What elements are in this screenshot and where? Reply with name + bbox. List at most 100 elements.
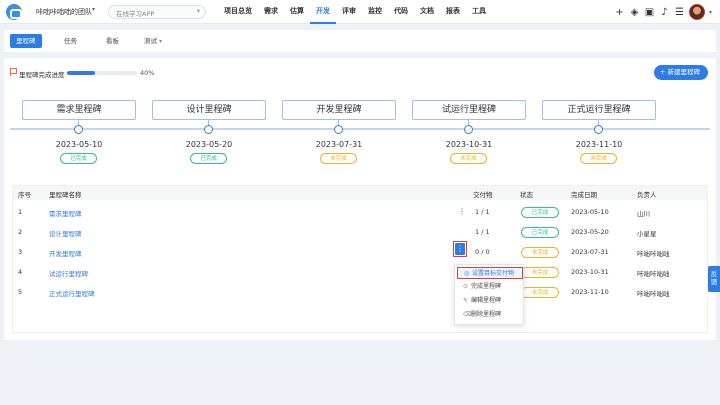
- plus-icon[interactable]: +: [614, 7, 625, 18]
- completion-date: 2023-10-31: [571, 268, 609, 276]
- milestone-dot: [334, 125, 343, 134]
- edit-icon: ✎: [463, 297, 469, 304]
- status-badge: 未完成: [320, 153, 357, 164]
- chevron-down-icon[interactable]: ▾: [92, 6, 95, 13]
- nav-item-estimate[interactable]: 估算: [284, 0, 310, 24]
- app-logo-icon[interactable]: [6, 4, 22, 20]
- progress-bar: [67, 71, 137, 75]
- milestone-date: 2023-05-20: [185, 140, 233, 149]
- deliverable-count: 1 / 1: [475, 208, 490, 216]
- col-header-deliverable: 交付物: [473, 191, 493, 199]
- owner: 咔咄咔咄咄: [637, 290, 670, 298]
- status-badge: 未完成: [580, 153, 617, 164]
- more-actions-icon[interactable]: ⋮: [453, 241, 467, 257]
- status-badge: 已完成: [521, 207, 559, 218]
- col-header-name: 里程碑名称: [49, 191, 82, 199]
- nav-item-monitor[interactable]: 监控: [362, 0, 388, 24]
- row-index: 1: [18, 208, 23, 216]
- milestone-link[interactable]: 开发里程碑: [49, 248, 82, 258]
- tab-milestones[interactable]: 里程碑: [10, 34, 42, 48]
- tab-testing[interactable]: 测试 ▾: [138, 34, 168, 48]
- menu-item-set-deliverables[interactable]: ◎ 设置目标交付物: [457, 267, 523, 279]
- row-index: 2: [18, 228, 23, 236]
- tab-tasks[interactable]: 任务: [58, 34, 83, 48]
- flag-icon: [10, 68, 17, 76]
- row-index: 3: [18, 248, 23, 256]
- nav-item-requirements[interactable]: 需求: [258, 0, 284, 24]
- col-header-date: 完成日期: [571, 191, 597, 199]
- milestone-title: 开发里程碑: [282, 100, 396, 120]
- menu-item-complete[interactable]: ⊙ 完成里程碑: [457, 281, 523, 293]
- nav-item-review[interactable]: 评审: [336, 0, 362, 24]
- menu-item-label: 设置目标交付物: [472, 270, 515, 277]
- menu-item-edit[interactable]: ✎ 编辑里程碑: [457, 295, 523, 307]
- status-badge: 已完成: [60, 153, 97, 164]
- chevron-down-icon[interactable]: ▾: [709, 9, 712, 16]
- col-header-index: 序号: [18, 191, 31, 199]
- milestone-date: 2023-05-10: [55, 140, 103, 149]
- milestone-link[interactable]: 设计里程碑: [49, 228, 82, 238]
- milestone-panel: 里程碑完成进度 40% + 新建里程碑 需求里程碑 2023-05-10 已完成 …: [4, 58, 716, 340]
- bell-icon[interactable]: ♪: [659, 7, 670, 18]
- new-milestone-label: 新建里程碑: [667, 68, 701, 76]
- milestone-date: 2023-11-10: [575, 140, 623, 149]
- avatar[interactable]: [688, 4, 705, 20]
- chevron-down-icon: ▾: [196, 7, 200, 15]
- completion-date: 2023-05-20: [571, 228, 609, 236]
- nav-item-overview[interactable]: 项目总览: [218, 0, 258, 24]
- briefcase-icon[interactable]: ▣: [644, 7, 655, 18]
- milestone-title: 正式运行里程碑: [542, 100, 656, 120]
- milestone-title: 设计里程碑: [152, 100, 266, 120]
- more-actions-icon[interactable]: ⋮: [458, 206, 466, 218]
- progress-percent: 40%: [140, 69, 155, 77]
- new-milestone-button[interactable]: + 新建里程碑: [654, 65, 708, 80]
- milestone-link[interactable]: 需求里程碑: [49, 208, 82, 218]
- completion-date: 2023-11-10: [571, 288, 609, 296]
- status-badge: 已完成: [521, 227, 559, 238]
- layers-icon[interactable]: ◈: [629, 7, 640, 18]
- completion-date: 2023-07-31: [571, 248, 609, 256]
- sliders-icon[interactable]: ☰: [674, 7, 685, 18]
- tab-board[interactable]: 看板: [100, 34, 125, 48]
- project-selector[interactable]: 在线学习APP ▾: [108, 5, 206, 19]
- menu-item-label: 删除里程碑: [471, 311, 502, 318]
- nav-item-reports[interactable]: 报表: [440, 0, 466, 24]
- team-name[interactable]: 咔咄咔咄咄的团队: [36, 7, 92, 17]
- row-actions-menu: ◎ 设置目标交付物 ⊙ 完成里程碑 ✎ 编辑里程碑 ⌫删除里程碑: [454, 264, 524, 325]
- main-nav: 项目总览 需求 估算 开发 评审 监控 代码 文档 报表 工具: [218, 0, 492, 24]
- status-badge: 未完成: [521, 267, 559, 278]
- nav-item-develop[interactable]: 开发: [310, 0, 336, 24]
- milestone-dot: [594, 125, 603, 134]
- plus-icon: +: [660, 68, 666, 76]
- nav-item-tools[interactable]: 工具: [466, 0, 492, 24]
- tab-testing-label: 测试: [144, 37, 157, 45]
- milestone-link[interactable]: 试运行里程碑: [49, 268, 88, 278]
- top-navbar: 咔咄咔咄咄的团队 ▾ 在线学习APP ▾ 项目总览 需求 估算 开发 评审 监控…: [0, 0, 720, 24]
- status-badge: 未完成: [450, 153, 487, 164]
- col-header-owner: 负责人: [637, 191, 657, 199]
- milestone-date: 2023-10-31: [445, 140, 493, 149]
- milestone-table: 序号 里程碑名称 交付物 状态 完成日期 负责人 1 需求里程碑 ⋮ 1 / 1…: [12, 185, 708, 333]
- menu-item-delete[interactable]: ⌫删除里程碑: [457, 309, 523, 321]
- milestone-title: 试运行里程碑: [412, 100, 526, 120]
- menu-item-label: 编辑里程碑: [471, 297, 502, 304]
- progress-bar-fill: [67, 71, 95, 75]
- row-index: 4: [18, 268, 23, 276]
- milestone-link[interactable]: 正式运行里程碑: [49, 288, 95, 298]
- row-index: 5: [18, 288, 23, 296]
- milestone-dot: [74, 125, 83, 134]
- more-actions-glyph: ⋮: [455, 243, 465, 255]
- trash-icon: ⌫: [463, 311, 472, 318]
- table-row: 2 设计里程碑 1 / 1 已完成 2023-05-20 小星星: [13, 223, 707, 243]
- nav-item-code[interactable]: 代码: [388, 0, 414, 24]
- col-header-status: 状态: [520, 191, 533, 199]
- feedback-tab[interactable]: 反馈: [708, 266, 720, 292]
- status-badge: 已完成: [190, 153, 227, 164]
- check-circle-icon: ⊙: [463, 283, 469, 290]
- nav-item-docs[interactable]: 文档: [414, 0, 440, 24]
- owner: 小星星: [637, 230, 657, 238]
- table-row: 1 需求里程碑 ⋮ 1 / 1 已完成 2023-05-10 山川: [13, 203, 707, 223]
- status-badge: 未完成: [521, 247, 559, 258]
- chevron-down-icon: ▾: [159, 38, 163, 45]
- deliverable-count: 0 / 0: [475, 248, 490, 256]
